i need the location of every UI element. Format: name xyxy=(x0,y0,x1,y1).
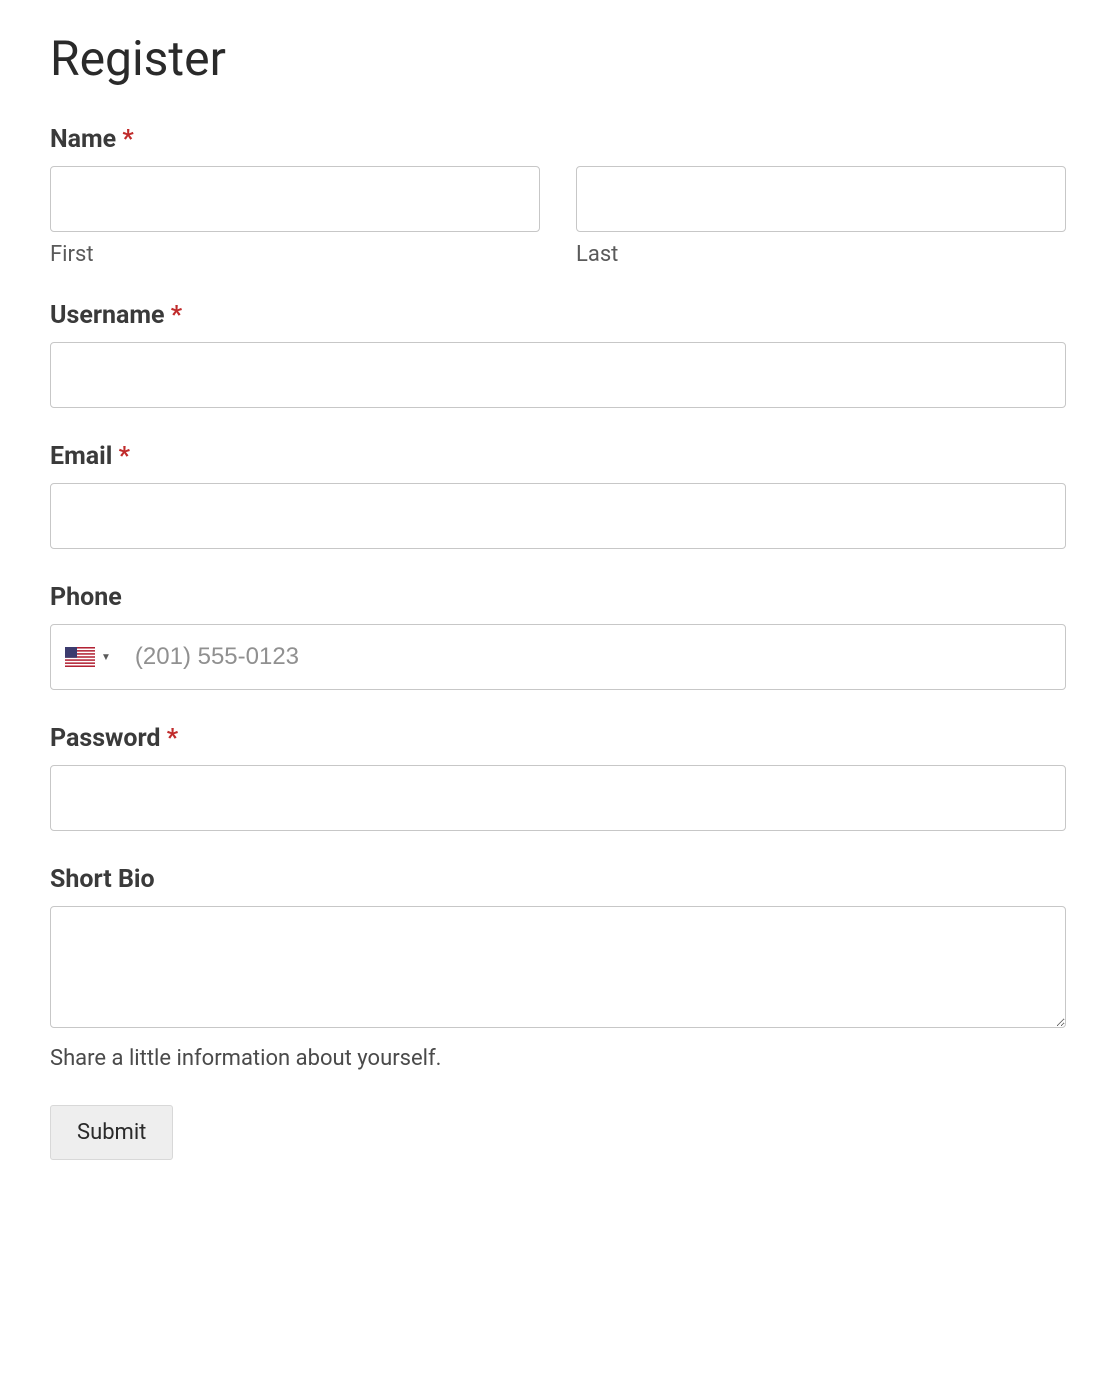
username-label-text: Username xyxy=(50,301,165,330)
email-label-text: Email xyxy=(50,442,112,471)
name-row: First Last xyxy=(50,166,1066,267)
page-title: Register xyxy=(50,30,1066,87)
chevron-down-icon: ▼ xyxy=(101,652,111,663)
last-name-sublabel: Last xyxy=(576,242,1066,267)
us-flag-icon xyxy=(65,647,95,667)
password-label-text: Password xyxy=(50,724,161,753)
bio-field-group: Short Bio Share a little information abo… xyxy=(50,865,1066,1071)
bio-help-text: Share a little information about yoursel… xyxy=(50,1046,1066,1071)
phone-input-wrapper: ▼ xyxy=(50,624,1066,690)
password-input[interactable] xyxy=(50,765,1066,831)
name-label: Name * xyxy=(50,125,1066,154)
country-flag-selector[interactable]: ▼ xyxy=(51,625,123,689)
password-label: Password * xyxy=(50,724,1066,753)
phone-label-text: Phone xyxy=(50,583,122,612)
required-asterisk: * xyxy=(119,442,130,471)
phone-label: Phone xyxy=(50,583,1066,612)
bio-label-text: Short Bio xyxy=(50,865,155,894)
username-label: Username * xyxy=(50,301,1066,330)
required-asterisk: * xyxy=(122,125,133,154)
register-form: Name * First Last Username * Email * xyxy=(50,125,1066,1160)
password-field-group: Password * xyxy=(50,724,1066,831)
email-input[interactable] xyxy=(50,483,1066,549)
email-field-group: Email * xyxy=(50,442,1066,549)
username-input[interactable] xyxy=(50,342,1066,408)
first-name-sublabel: First xyxy=(50,242,540,267)
required-asterisk: * xyxy=(171,301,182,330)
submit-button[interactable]: Submit xyxy=(50,1105,173,1160)
email-label: Email * xyxy=(50,442,1066,471)
phone-input[interactable] xyxy=(123,625,1065,689)
phone-field-group: Phone ▼ xyxy=(50,583,1066,690)
required-asterisk: * xyxy=(167,724,178,753)
username-field-group: Username * xyxy=(50,301,1066,408)
name-label-text: Name xyxy=(50,125,116,154)
bio-label: Short Bio xyxy=(50,865,1066,894)
name-field-group: Name * First Last xyxy=(50,125,1066,267)
bio-textarea[interactable] xyxy=(50,906,1066,1028)
first-name-input[interactable] xyxy=(50,166,540,232)
first-name-col: First xyxy=(50,166,540,267)
last-name-input[interactable] xyxy=(576,166,1066,232)
last-name-col: Last xyxy=(576,166,1066,267)
